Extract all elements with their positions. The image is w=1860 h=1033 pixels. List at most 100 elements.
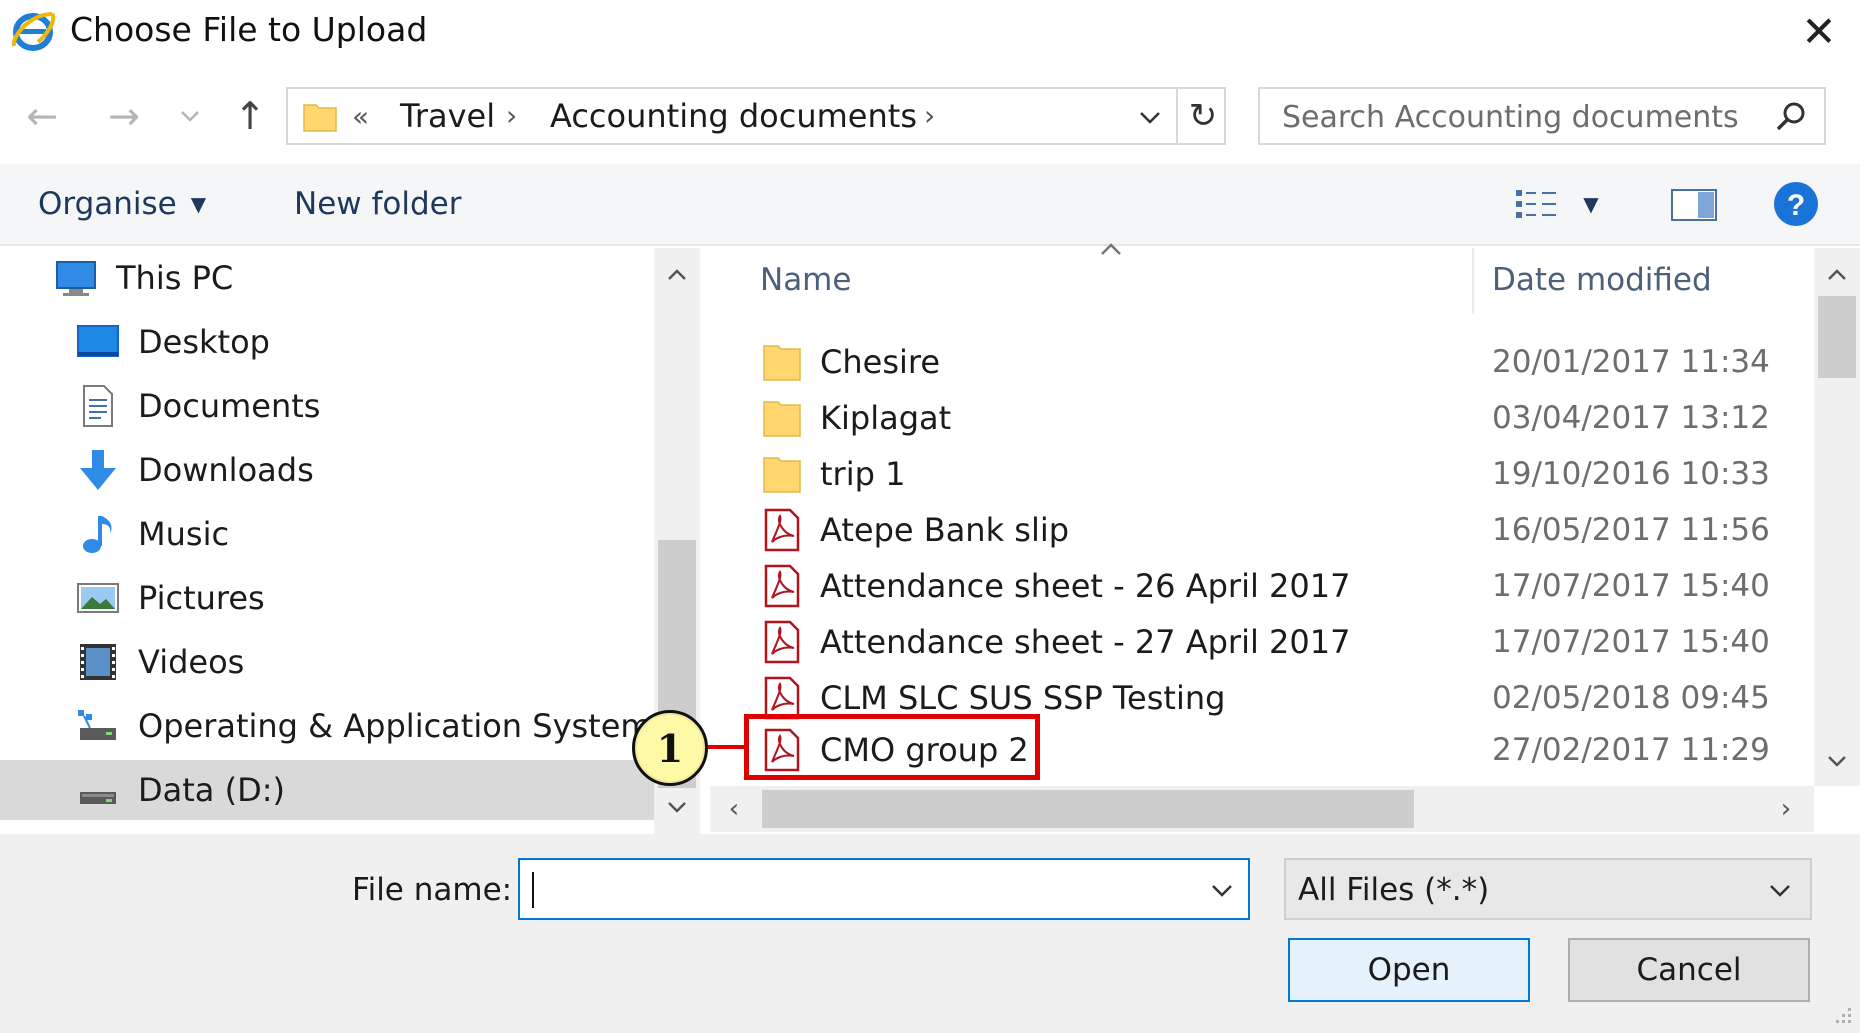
videos-icon — [80, 644, 116, 680]
command-toolbar: Organise ▼ New folder ▼ ? — [0, 164, 1860, 246]
file-name: Chesire — [820, 343, 941, 381]
file-name-combobox[interactable] — [518, 858, 1250, 920]
close-button[interactable]: ✕ — [1780, 2, 1858, 60]
nav-item-label: Music — [138, 515, 230, 553]
file-date: 20/01/2017 11:34 — [1492, 344, 1770, 380]
search-box[interactable] — [1258, 87, 1826, 145]
search-input[interactable] — [1282, 97, 1762, 137]
forward-button[interactable]: → — [96, 88, 152, 144]
nav-item-pictures[interactable]: Pictures — [0, 568, 655, 628]
file-name-label: File name: — [352, 872, 513, 908]
nav-item-label: Pictures — [138, 579, 265, 617]
file-name-input[interactable] — [532, 868, 1182, 910]
file-row[interactable]: Attendance sheet - 26 April 2017 17/07/2… — [760, 558, 1800, 614]
scroll-right-button[interactable]: › — [1762, 786, 1810, 832]
scroll-thumb[interactable] — [762, 790, 1414, 828]
scroll-left-button[interactable]: ‹ — [710, 786, 758, 832]
this-pc-icon — [56, 261, 96, 296]
address-dropdown-button[interactable] — [1128, 93, 1172, 141]
preview-pane-icon[interactable] — [1668, 182, 1722, 226]
file-name-dropdown-button[interactable] — [1200, 866, 1244, 914]
documents-icon — [83, 385, 113, 427]
nav-item-label: Downloads — [138, 451, 314, 489]
change-view-icon[interactable] — [1510, 182, 1566, 226]
organise-button[interactable]: Organise ▼ — [24, 178, 220, 230]
breadcrumb-travel[interactable]: Travel — [400, 93, 495, 139]
recent-locations-button[interactable] — [172, 88, 208, 144]
nav-item-label: This PC — [116, 259, 234, 297]
file-date: 27/02/2017 11:29 — [1492, 732, 1770, 768]
file-date: 16/05/2017 11:56 — [1492, 512, 1770, 548]
new-folder-button[interactable]: New folder — [284, 178, 471, 230]
file-list-scrollbar[interactable] — [1814, 248, 1860, 786]
help-icon[interactable]: ? — [1770, 178, 1822, 230]
file-date: 02/05/2018 09:45 — [1492, 680, 1770, 716]
nav-item-label: Data (D:) — [138, 771, 285, 809]
folder-icon — [763, 401, 801, 437]
breadcrumb-separator[interactable]: › — [506, 93, 517, 139]
search-icon[interactable] — [1770, 97, 1810, 137]
drive-icon — [80, 792, 116, 804]
breadcrumb-overflow[interactable]: « — [352, 95, 369, 139]
file-row[interactable]: Kiplagat 03/04/2017 13:12 — [760, 390, 1800, 446]
nav-item-documents[interactable]: Documents — [0, 376, 655, 436]
column-header-name[interactable]: Name — [760, 258, 851, 302]
chevron-down-icon — [1770, 885, 1790, 897]
chevron-down-icon — [668, 802, 686, 813]
chevron-up-icon — [668, 269, 686, 280]
annotation-highlight-box — [744, 714, 1040, 780]
annotation-step-badge: 1 — [632, 710, 708, 786]
file-type-dropdown-button[interactable] — [1758, 866, 1802, 914]
file-name: Kiplagat — [820, 399, 952, 437]
back-button[interactable]: ← — [14, 88, 70, 144]
file-row[interactable]: trip 1 19/10/2016 10:33 — [760, 446, 1800, 502]
file-name: trip 1 — [820, 455, 906, 493]
scroll-up-button[interactable] — [654, 256, 700, 294]
breadcrumb-separator[interactable]: › — [924, 93, 935, 139]
nav-item-music[interactable]: Music — [0, 504, 655, 564]
svg-text:?: ? — [1787, 189, 1805, 222]
file-date: 17/07/2017 15:40 — [1492, 624, 1770, 660]
column-header-date-modified[interactable]: Date modified — [1492, 258, 1712, 302]
cancel-button[interactable]: Cancel — [1568, 938, 1810, 1002]
internet-explorer-icon — [11, 12, 56, 51]
annotation-connector — [708, 745, 744, 749]
refresh-button[interactable]: ↻ — [1180, 91, 1226, 141]
pictures-icon — [77, 583, 119, 613]
pdf-icon — [764, 508, 800, 552]
horizontal-scrollbar[interactable]: ‹ › — [710, 786, 1814, 832]
nav-item-label: Operating & Application Systems — [138, 707, 669, 745]
chevron-down-icon — [1212, 885, 1232, 897]
address-bar[interactable]: « Travel › Accounting documents › ↻ — [286, 87, 1226, 145]
nav-item-data-d[interactable]: Data (D:) — [0, 760, 655, 820]
scroll-up-button[interactable] — [1814, 256, 1860, 294]
file-row[interactable]: Chesire 20/01/2017 11:34 — [760, 334, 1800, 390]
breadcrumb-accounting-documents[interactable]: Accounting documents — [550, 93, 917, 139]
open-button[interactable]: Open — [1288, 938, 1530, 1002]
scroll-down-button[interactable] — [654, 788, 700, 826]
file-date: 19/10/2016 10:33 — [1492, 456, 1770, 492]
nav-item-downloads[interactable]: Downloads — [0, 440, 655, 500]
file-type-value: All Files (*.*) — [1298, 872, 1490, 908]
file-date: 03/04/2017 13:12 — [1492, 400, 1770, 436]
view-options-dropdown[interactable]: ▼ — [1574, 182, 1608, 226]
nav-item-label: Desktop — [138, 323, 270, 361]
nav-item-desktop[interactable]: Desktop — [0, 312, 655, 372]
folder-icon — [303, 104, 337, 132]
music-icon — [83, 516, 112, 553]
file-name: Attendance sheet - 26 April 2017 — [820, 567, 1351, 605]
scroll-down-button[interactable] — [1814, 742, 1860, 780]
chevron-up-icon — [1828, 269, 1846, 280]
file-row[interactable]: Atepe Bank slip 16/05/2017 11:56 — [760, 502, 1800, 558]
nav-item-videos[interactable]: Videos — [0, 632, 655, 692]
nav-item-operating-application-systems[interactable]: Operating & Application Systems — [0, 696, 668, 756]
up-button[interactable]: ↑ — [222, 88, 278, 144]
scroll-thumb[interactable] — [1818, 296, 1856, 378]
file-type-select[interactable]: All Files (*.*) — [1284, 858, 1812, 920]
column-divider[interactable] — [1472, 248, 1474, 314]
nav-item-this-pc[interactable]: This PC — [0, 248, 655, 308]
file-row[interactable]: Attendance sheet - 27 April 2017 17/07/2… — [760, 614, 1800, 670]
folder-icon — [763, 345, 801, 381]
resize-grip-icon[interactable] — [1828, 1004, 1854, 1030]
file-name: Attendance sheet - 27 April 2017 — [820, 623, 1351, 661]
